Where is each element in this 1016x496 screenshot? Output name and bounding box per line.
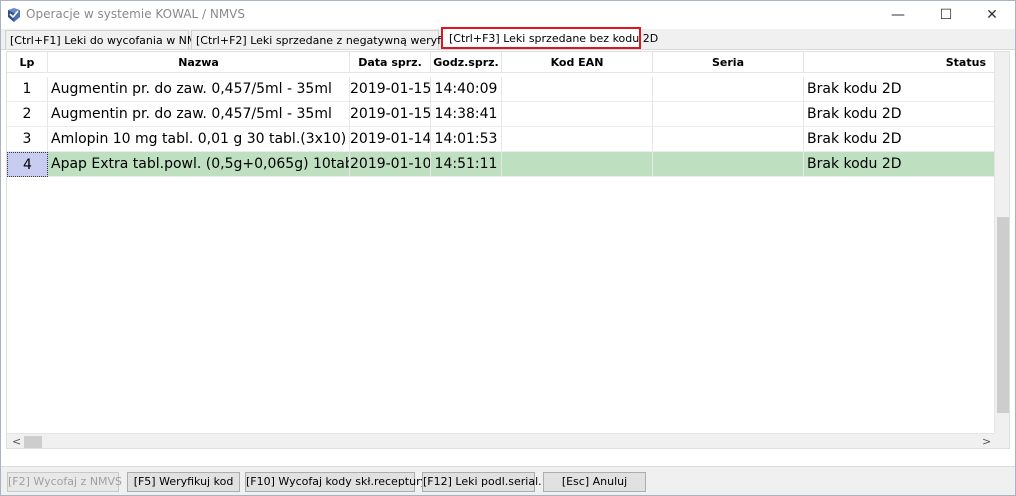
cell-status: Brak kodu 2D (804, 152, 994, 177)
cell-godz: 14:01:53 (431, 127, 502, 152)
column-header-seria[interactable]: Seria (653, 52, 804, 73)
column-header-nazwa[interactable]: Nazwa (48, 52, 350, 73)
title-bar: Operacje w systemie KOWAL / NMVS — ☐ ✕ (1, 1, 1015, 29)
wycofaj-kody-receptury-button[interactable]: [F10] Wycofaj kody skł.receptury (245, 472, 427, 492)
wycofaj-z-nmvs-button[interactable]: [F2] Wycofaj z NMVS (7, 472, 122, 492)
cell-data: 2019-01-14 (350, 127, 431, 152)
cell-godz: 14:51:11 (431, 152, 502, 177)
cell-ean (502, 152, 653, 177)
button-bar: [F2] Wycofaj z NMVS [F5] Weryfikuj kod [… (1, 466, 1015, 495)
cell-nazwa: Apap Extra tabl.powl. (0,5g+0,065g) 10ta… (48, 152, 350, 177)
tab-leki-bez-kodu-2d[interactable]: [Ctrl+F3] Leki sprzedane bez kodu 2D (441, 27, 658, 49)
tab-strip: [Ctrl+F1] Leki do wycofania w NMVS [Ctrl… (1, 27, 1015, 50)
cell-seria (653, 77, 804, 102)
column-header-lp[interactable]: Lp (7, 52, 48, 73)
column-header-data[interactable]: Data sprz. (350, 52, 431, 73)
scrollbar-corner (994, 433, 1009, 448)
cell-godz: 14:38:41 (431, 102, 502, 127)
cell-data: 2019-01-15 (350, 77, 431, 102)
grid-header: Lp Nazwa Data sprz. Godz.sprz. Kod EAN S… (7, 52, 994, 73)
cell-data: 2019-01-15 (350, 102, 431, 127)
leki-podl-serial-button[interactable]: [F12] Leki podl.serial. (422, 472, 542, 492)
cell-seria (653, 102, 804, 127)
column-header-ean[interactable]: Kod EAN (502, 52, 653, 73)
column-header-status[interactable]: Status (804, 52, 994, 73)
cell-ean (502, 77, 653, 102)
cell-lp: 1 (7, 77, 48, 102)
cell-data: 2019-01-10 (350, 152, 431, 177)
cell-status: Brak kodu 2D (804, 102, 994, 127)
cell-ean (502, 102, 653, 127)
cell-nazwa: Amlopin 10 mg tabl. 0,01 g 30 tabl.(3x10… (48, 127, 350, 152)
table-row[interactable]: 2 Augmentin pr. do zaw. 0,457/5ml - 35ml… (7, 102, 994, 127)
table-row[interactable]: 3 Amlopin 10 mg tabl. 0,01 g 30 tabl.(3x… (7, 127, 994, 152)
cell-lp: 2 (7, 102, 48, 127)
cell-lp: 4 (7, 152, 48, 177)
cell-status: Brak kodu 2D (804, 77, 994, 102)
results-grid: Lp Nazwa Data sprz. Godz.sprz. Kod EAN S… (6, 51, 1010, 449)
table-row[interactable]: 1 Augmentin pr. do zaw. 0,457/5ml - 35ml… (7, 77, 994, 102)
anuluj-button[interactable]: [Esc] Anuluj (543, 472, 646, 492)
weryfikuj-kod-button[interactable]: [F5] Weryfikuj kod (127, 472, 240, 492)
vertical-scroll-thumb[interactable] (997, 217, 1009, 413)
cell-nazwa: Augmentin pr. do zaw. 0,457/5ml - 35ml (48, 102, 350, 127)
tab-leki-do-wycofania[interactable]: [Ctrl+F1] Leki do wycofania w NMVS (5, 30, 211, 49)
cell-nazwa: Augmentin pr. do zaw. 0,457/5ml - 35ml (48, 77, 350, 102)
cell-ean (502, 127, 653, 152)
horizontal-scrollbar[interactable]: < > (7, 433, 994, 448)
scroll-left-arrow-icon[interactable]: < (12, 434, 21, 448)
cell-lp: 3 (7, 127, 48, 152)
tab-leki-negatywna-weryfikacja[interactable]: [Ctrl+F2] Leki sprzedane z negatywną wer… (191, 30, 473, 49)
vertical-scrollbar[interactable] (994, 52, 1009, 433)
cell-seria (653, 152, 804, 177)
horizontal-scroll-thumb[interactable] (24, 436, 42, 448)
table-row-selected[interactable]: 4 Apap Extra tabl.powl. (0,5g+0,065g) 10… (7, 152, 994, 177)
cell-godz: 14:40:09 (431, 77, 502, 102)
app-icon (6, 7, 22, 23)
cell-seria (653, 127, 804, 152)
scroll-right-arrow-icon[interactable]: > (982, 434, 991, 448)
operacje-window: Operacje w systemie KOWAL / NMVS — ☐ ✕ [… (0, 0, 1016, 496)
close-button[interactable]: ✕ (969, 1, 1015, 29)
column-header-godz[interactable]: Godz.sprz. (431, 52, 502, 73)
maximize-button[interactable]: ☐ (923, 1, 969, 29)
window-title: Operacje w systemie KOWAL / NMVS (26, 7, 245, 21)
minimize-button[interactable]: — (875, 1, 921, 29)
cell-status: Brak kodu 2D (804, 127, 994, 152)
